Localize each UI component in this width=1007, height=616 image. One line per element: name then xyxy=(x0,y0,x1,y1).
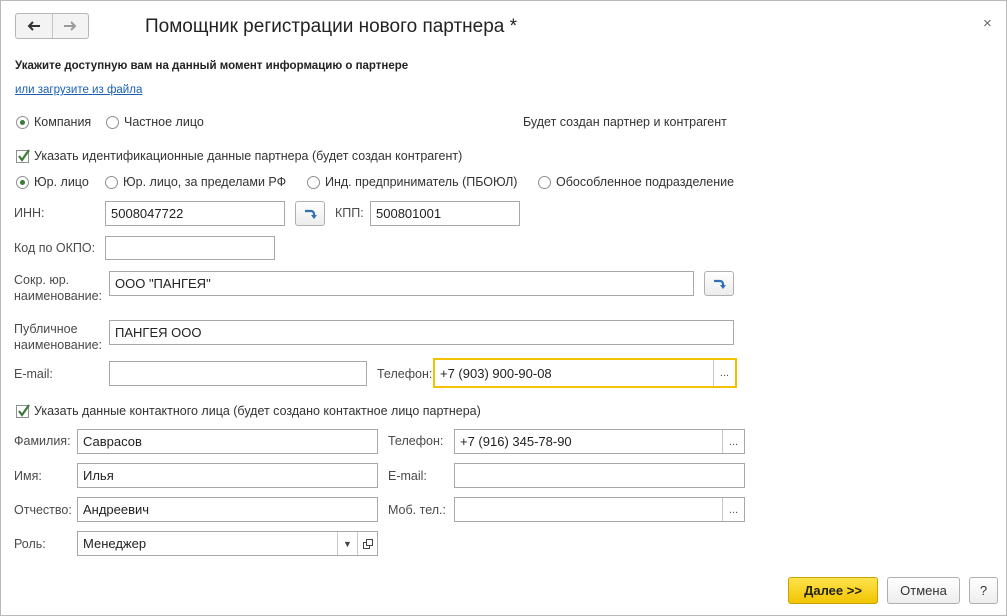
kpp-input[interactable]: 500801001 xyxy=(370,201,520,226)
load-from-file-link[interactable]: или загрузите из файла xyxy=(15,84,142,96)
close-icon[interactable]: × xyxy=(983,15,992,32)
radio-selected-icon xyxy=(16,175,29,189)
next-button[interactable]: Далее >> xyxy=(788,577,878,604)
radio-icon xyxy=(538,175,551,189)
contact-phone-select-button[interactable]: ... xyxy=(722,430,744,453)
radio-icon xyxy=(307,175,320,189)
okpo-label: Код по ОКПО: xyxy=(14,241,96,255)
back-button[interactable] xyxy=(16,14,52,38)
first-name-input[interactable]: Илья xyxy=(77,463,378,488)
mobile-label: Моб. тел.: xyxy=(388,503,446,517)
contact-phone-label: Телефон: xyxy=(388,434,444,448)
curved-arrow-icon xyxy=(714,279,726,289)
radio-company[interactable]: Компания xyxy=(16,115,91,129)
open-form-icon[interactable] xyxy=(357,532,377,555)
cancel-button[interactable]: Отмена xyxy=(887,577,960,604)
help-button[interactable]: ? xyxy=(969,577,998,604)
patronymic-input[interactable]: Андреевич xyxy=(77,497,378,522)
email-label: E-mail: xyxy=(14,367,53,381)
contact-checkbox[interactable]: Указать данные контактного лица (будет с… xyxy=(16,403,481,418)
nav-button-group xyxy=(15,13,89,39)
phone-label: Телефон: xyxy=(377,367,433,381)
radio-separate-division[interactable]: Обособленное подразделение xyxy=(538,175,734,189)
phone-select-button[interactable]: ... xyxy=(713,360,735,386)
radio-foreign-legal-entity[interactable]: Юр. лицо, за пределами РФ xyxy=(105,175,286,189)
dialog-window: Помощник регистрации нового партнера * ×… xyxy=(0,0,1007,616)
arrow-right-icon xyxy=(64,21,77,31)
inn-label: ИНН: xyxy=(14,206,45,220)
surname-input[interactable]: Саврасов xyxy=(77,429,378,454)
inn-input[interactable]: 5008047722 xyxy=(105,201,285,226)
fill-by-inn-button[interactable] xyxy=(295,201,325,226)
mobile-input[interactable]: ... xyxy=(454,497,745,522)
role-select[interactable]: Менеджер ▼ xyxy=(77,531,378,556)
dropdown-arrow-icon[interactable]: ▼ xyxy=(337,532,357,555)
creation-note: Будет создан партнер и контрагент xyxy=(523,115,727,129)
public-name-input[interactable]: ПАНГЕЯ ООО xyxy=(109,320,734,345)
window-title: Помощник регистрации нового партнера * xyxy=(145,16,518,37)
radio-entrepreneur[interactable]: Инд. предприниматель (ПБОЮЛ) xyxy=(307,175,517,189)
contact-email-label: E-mail: xyxy=(388,469,427,483)
ident-checkbox[interactable]: Указать идентификационные данные партнер… xyxy=(16,148,462,163)
curved-arrow-icon xyxy=(305,209,317,219)
mobile-select-button[interactable]: ... xyxy=(722,498,744,521)
patronymic-label: Отчество: xyxy=(14,503,72,517)
surname-label: Фамилия: xyxy=(14,434,71,448)
short-name-input[interactable]: ООО "ПАНГЕЯ" xyxy=(109,271,694,296)
checkbox-checked-icon xyxy=(16,148,30,163)
first-name-label: Имя: xyxy=(14,469,42,483)
arrow-left-icon xyxy=(27,21,40,31)
radio-icon xyxy=(106,115,119,129)
contact-phone-input[interactable]: +7 (916) 345-78-90 ... xyxy=(454,429,745,454)
okpo-input[interactable] xyxy=(105,236,275,260)
radio-legal-entity[interactable]: Юр. лицо xyxy=(16,175,89,189)
public-name-label: Публичное наименование: xyxy=(14,322,103,352)
email-input[interactable] xyxy=(109,361,367,386)
intro-heading: Укажите доступную вам на данный момент и… xyxy=(15,60,409,72)
forward-button[interactable] xyxy=(51,14,89,38)
short-name-label: Сокр. юр. наименование: xyxy=(14,273,103,303)
checkbox-checked-icon xyxy=(16,403,30,418)
radio-icon xyxy=(105,175,118,189)
kpp-label: КПП: xyxy=(335,206,364,220)
contact-email-input[interactable] xyxy=(454,463,745,488)
fill-name-button[interactable] xyxy=(704,271,734,296)
phone-input[interactable]: +7 (903) 900-90-08 ... xyxy=(433,358,737,388)
radio-private-person[interactable]: Частное лицо xyxy=(106,115,204,129)
role-label: Роль: xyxy=(14,537,46,551)
radio-selected-icon xyxy=(16,115,29,129)
